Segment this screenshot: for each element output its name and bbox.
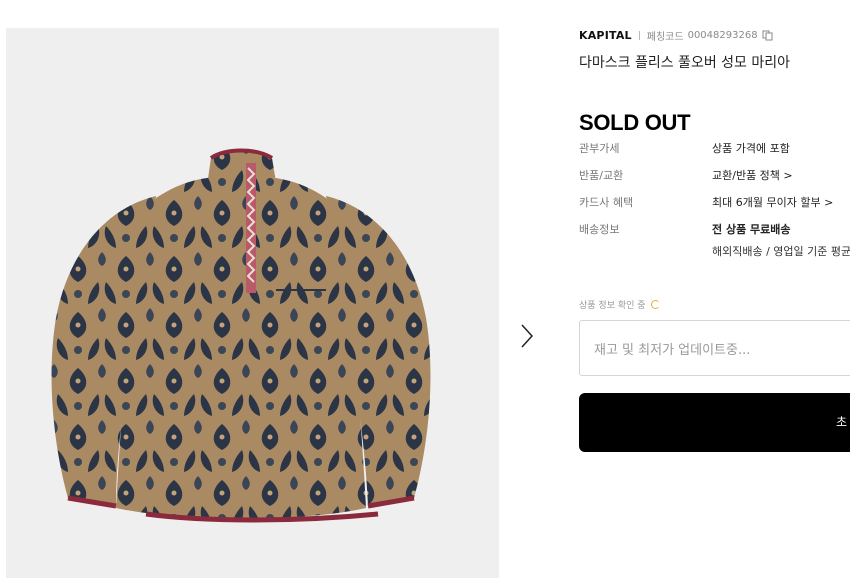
info-label: 반품/교환 — [579, 169, 624, 182]
buy-button-label: 초 — [835, 415, 847, 429]
product-code-label: 페칭코드 — [646, 32, 684, 43]
checking-status: 상품 정보 확인 중 — [579, 298, 660, 311]
next-image-button[interactable] — [513, 318, 541, 354]
info-label: 카드사 혜택 — [579, 196, 634, 209]
card-benefit-link[interactable]: 최대 6개월 무이자 할부 > — [712, 194, 833, 210]
copy-icon[interactable] — [762, 30, 773, 41]
brand-row: KAPITAL 페칭코드 00048293268 — [579, 28, 773, 43]
info-value: 전 상품 무료배송 — [712, 223, 791, 236]
separator — [638, 31, 640, 40]
stock-update-text: 재고 및 최저가 업데이트중... — [594, 342, 751, 358]
buy-button[interactable]: 초 — [579, 393, 850, 452]
spinner-icon — [650, 300, 660, 309]
sold-out-status: SOLD OUT — [579, 110, 691, 135]
shipping-detail: 해외직배송 / 영업일 기준 평균 — [712, 245, 850, 258]
info-label: 관부가세 — [579, 142, 620, 155]
info-value: 상품 가격에 포함 — [712, 142, 790, 155]
info-label: 배송정보 — [579, 223, 620, 236]
checking-label: 상품 정보 확인 중 — [579, 301, 646, 311]
brand-link[interactable]: KAPITAL — [579, 29, 632, 42]
product-image — [51, 148, 431, 523]
stock-update-box: 재고 및 최저가 업데이트중... — [579, 320, 850, 376]
product-info-panel: KAPITAL 페칭코드 00048293268 다마스크 플리스 풀오버 성모… — [579, 0, 850, 578]
product-title: 다마스크 플리스 풀오버 성모 마리아 — [579, 55, 790, 71]
return-policy-link[interactable]: 교환/반품 정책 > — [712, 167, 793, 183]
product-code: 00048293268 — [687, 30, 758, 41]
chevron-right-icon — [521, 324, 534, 348]
product-image-panel — [6, 28, 499, 578]
